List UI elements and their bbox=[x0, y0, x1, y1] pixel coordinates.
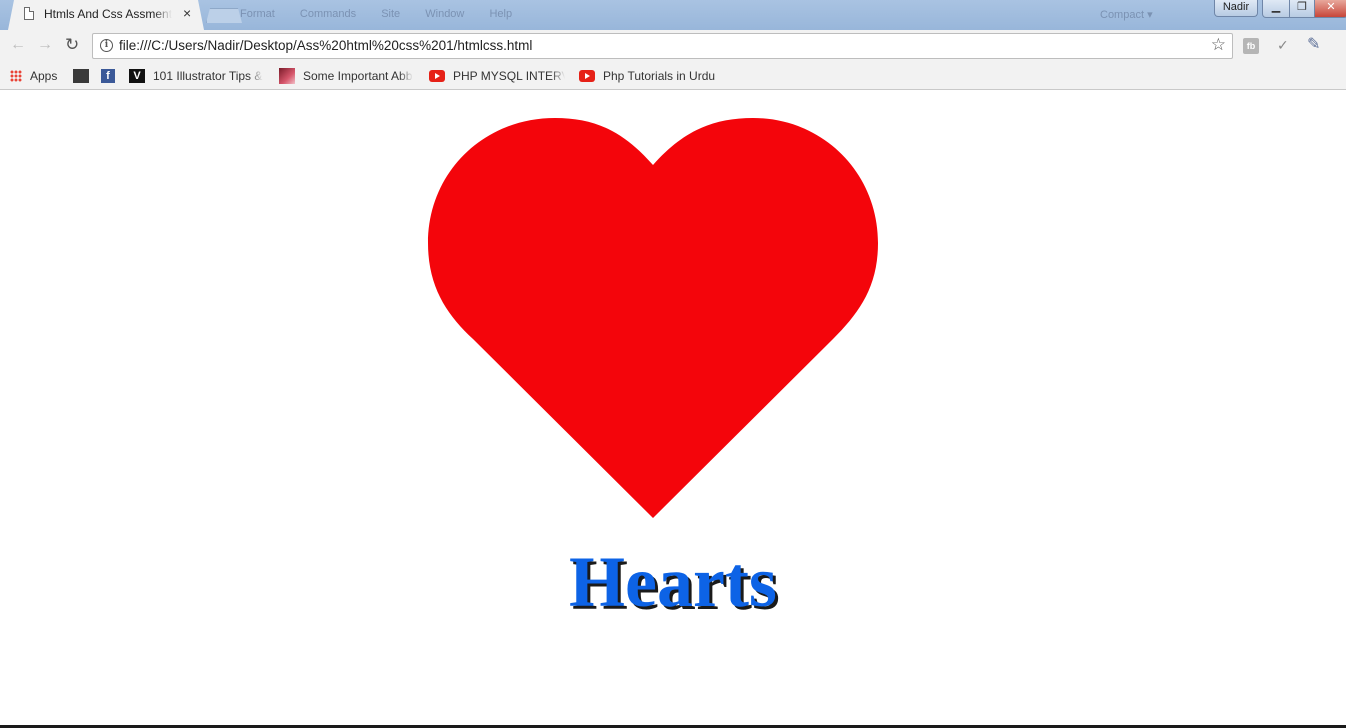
browser-toolbar: ← → ↻ i file:///C:/Users/Nadir/Desktop/A… bbox=[0, 30, 1346, 62]
bookmark-label: PHP MYSQL INTERVI bbox=[453, 68, 565, 83]
image-icon bbox=[279, 68, 295, 84]
fb-extension-icon[interactable]: fb bbox=[1243, 38, 1259, 54]
minimize-button[interactable]: ▁ bbox=[1262, 0, 1290, 18]
bookmark-label: Php Tutorials in Urdu bbox=[603, 68, 715, 83]
forward-arrow-icon[interactable]: → bbox=[37, 36, 53, 54]
info-icon[interactable]: i bbox=[100, 39, 113, 52]
bookmark-abbreviations[interactable]: Some Important Abb bbox=[279, 68, 413, 84]
background-menu-item: Window bbox=[425, 8, 465, 20]
maximize-button[interactable]: ❐ bbox=[1289, 0, 1315, 18]
youtube-icon bbox=[579, 69, 595, 82]
bookmark-star-icon[interactable]: ☆ bbox=[1211, 35, 1226, 55]
tab-active[interactable]: Htmls And Css Assment 1 × bbox=[8, 0, 204, 30]
page-heading: Hearts bbox=[569, 542, 777, 622]
background-menu-item: Site bbox=[381, 8, 401, 20]
document-icon bbox=[24, 7, 34, 20]
background-menu-item: Format bbox=[240, 8, 275, 20]
background-compact-label: Compact ▾ bbox=[1100, 9, 1153, 21]
profile-button[interactable]: Nadir bbox=[1214, 0, 1258, 17]
tab-close-icon[interactable]: × bbox=[183, 5, 191, 21]
background-menu-item: Commands bbox=[299, 8, 357, 20]
browser-chrome: Htmls And Css Assment 1 × Format Command… bbox=[0, 0, 1346, 90]
youtube-icon bbox=[429, 69, 445, 82]
v-icon: V bbox=[129, 68, 145, 83]
tab-title: Htmls And Css Assment 1 bbox=[44, 7, 172, 21]
back-arrow-icon[interactable]: ← bbox=[10, 36, 26, 54]
bookmark-php-mysql[interactable]: PHP MYSQL INTERVI bbox=[429, 68, 565, 84]
new-tab-button[interactable] bbox=[206, 8, 242, 23]
heart-path bbox=[428, 118, 878, 518]
tab-strip: Htmls And Css Assment 1 × Format Command… bbox=[0, 0, 1346, 30]
close-window-button[interactable]: ✕ bbox=[1314, 0, 1346, 18]
url-text[interactable]: file:///C:/Users/Nadir/Desktop/Ass%20htm… bbox=[119, 38, 532, 53]
bookmark-apps[interactable]: Apps bbox=[10, 68, 57, 84]
apps-grid-icon bbox=[10, 69, 22, 82]
hfs-icon bbox=[73, 68, 89, 83]
bookmark-facebook[interactable]: f bbox=[101, 68, 123, 84]
facebook-icon: f bbox=[101, 68, 115, 83]
eyedropper-extension-icon[interactable]: ✎ bbox=[1307, 34, 1320, 54]
bookmark-hfs[interactable] bbox=[73, 68, 97, 84]
bookmark-illustrator-tips[interactable]: V 101 Illustrator Tips & bbox=[129, 68, 263, 84]
reload-icon[interactable]: ↻ bbox=[65, 35, 79, 55]
heart-shape bbox=[428, 118, 878, 518]
bookmarks-bar: Apps f V 101 Illustrator Tips & Some Impo… bbox=[0, 62, 1346, 90]
bookmark-label: Apps bbox=[30, 68, 58, 83]
bookmark-label: Some Important Abb bbox=[303, 69, 413, 83]
page-content: Hearts bbox=[0, 90, 1346, 728]
bookmark-label: 101 Illustrator Tips & bbox=[153, 68, 263, 83]
check-extension-icon[interactable]: ✓ bbox=[1277, 37, 1289, 54]
address-bar[interactable]: i file:///C:/Users/Nadir/Desktop/Ass%20h… bbox=[92, 33, 1233, 59]
background-app-menu: Format Commands Site Window Help bbox=[240, 8, 534, 20]
bookmark-php-urdu[interactable]: Php Tutorials in Urdu bbox=[579, 68, 715, 84]
background-menu-item: Help bbox=[489, 8, 513, 20]
